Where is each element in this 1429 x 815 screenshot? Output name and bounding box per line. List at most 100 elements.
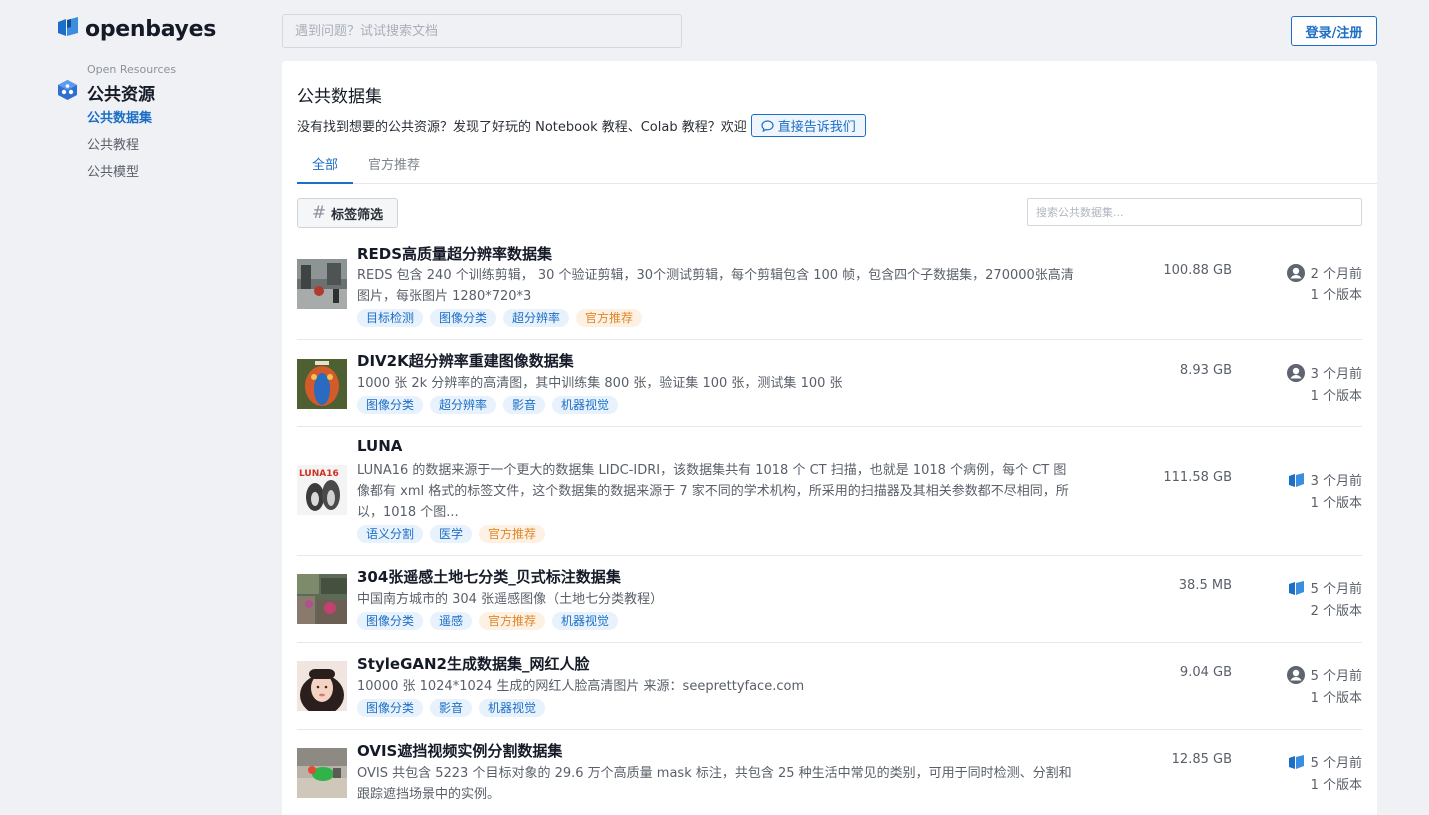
intro-line: 没有找到想要的公共资源？发现了好玩的 Notebook 教程、Colab 教程？… [297, 114, 866, 137]
tag[interactable]: 机器视觉 [479, 699, 546, 717]
updated-text: 2 个月前 [1310, 267, 1362, 282]
tag[interactable]: 遥感 [430, 612, 473, 630]
dataset-versions: 1 个版本 [1310, 691, 1362, 706]
dataset-thumbnail [297, 359, 347, 409]
dataset-updated: 3 个月前 [1286, 363, 1362, 382]
tab-official[interactable]: 官方推荐 [353, 154, 435, 184]
sidebar-caption: Open Resources [87, 63, 177, 76]
dataset-row[interactable]: REDS高质量超分辨率数据集 REDS 包含 240 个训练剪辑， 30 个验证… [297, 233, 1362, 340]
tag-filter-label: 标签筛选 [331, 207, 384, 223]
tag[interactable]: 机器视觉 [552, 612, 619, 630]
dataset-name[interactable]: StyleGAN2生成数据集_网红人脸 [357, 653, 589, 674]
tell-us-label: 直接告诉我们 [777, 120, 856, 135]
dataset-name[interactable]: 304张遥感土地七分类_贝式标注数据集 [357, 566, 621, 587]
dataset-thumbnail [297, 661, 347, 711]
dataset-versions: 1 个版本 [1310, 389, 1362, 404]
tag[interactable]: 医学 [430, 525, 473, 543]
tag-official[interactable]: 官方推荐 [576, 309, 643, 327]
dataset-search-input[interactable] [1027, 198, 1362, 226]
dataset-name[interactable]: DIV2K超分辨率重建图像数据集 [357, 350, 574, 371]
page-title: 公共数据集 [297, 87, 382, 107]
tag[interactable]: 图像分类 [357, 699, 424, 717]
resources-icon [57, 79, 78, 105]
dataset-name[interactable]: REDS高质量超分辨率数据集 [357, 243, 552, 264]
updated-text: 5 个月前 [1310, 669, 1362, 684]
dataset-description: REDS 包含 240 个训练剪辑， 30 个验证剪辑，30个测试剪辑，每个剪辑… [357, 268, 1074, 304]
intro-text: 没有找到想要的公共资源？发现了好玩的 Notebook 教程、Colab 教程？… [297, 120, 747, 135]
updated-text: 3 个月前 [1310, 367, 1362, 382]
sidebar-header: 公共资源 [57, 79, 155, 105]
dataset-thumbnail: LUNA16 [297, 465, 347, 515]
tag-official[interactable]: 官方推荐 [479, 612, 546, 630]
hash-icon: # [311, 203, 327, 223]
dataset-name[interactable]: LUNA [357, 437, 402, 455]
sidebar-item-tutorials[interactable]: 公共教程 [87, 137, 152, 164]
dataset-thumbnail [297, 574, 347, 624]
openbayes-logo[interactable]: openbayes [57, 16, 216, 42]
updated-text: 5 个月前 [1310, 582, 1362, 597]
dataset-description: 1000 张 2k 分辨率的高清图，其中训练集 800 张，验证集 100 张，… [357, 376, 843, 391]
dataset-updated: 5 个月前 [1286, 665, 1362, 684]
thumbnail-label: LUNA16 [299, 469, 339, 479]
dataset-tags: 图像分类 影音 机器视觉 [357, 699, 546, 717]
dataset-size: 111.58 GB [1163, 470, 1232, 485]
dataset-size: 8.93 GB [1179, 363, 1232, 378]
tag[interactable]: 超分辨率 [503, 309, 570, 327]
openbayes-logo-icon [1288, 580, 1304, 595]
dataset-row[interactable]: OVIS遮挡视频实例分割数据集 OVIS 共包含 5223 个目标对象的 29.… [297, 730, 1362, 815]
dataset-description: LUNA16 的数据来源于一个更大的数据集 LIDC-IDRI，该数据集共有 1… [357, 463, 1069, 520]
dataset-name[interactable]: OVIS遮挡视频实例分割数据集 [357, 740, 562, 761]
dataset-thumbnail [297, 259, 347, 309]
updated-text: 5 个月前 [1310, 756, 1362, 771]
tag[interactable]: 机器视觉 [552, 396, 619, 414]
openbayes-logo-icon [1288, 472, 1304, 487]
dataset-row[interactable]: 304张遥感土地七分类_贝式标注数据集 中国南方城市的 304 张遥感图像（土地… [297, 556, 1362, 643]
dataset-updated: 5 个月前 [1287, 752, 1362, 771]
dataset-versions: 2 个版本 [1310, 604, 1362, 619]
sidebar-item-datasets[interactable]: 公共数据集 [87, 110, 152, 137]
sidebar-item-models[interactable]: 公共模型 [87, 164, 152, 191]
dataset-row[interactable]: DIV2K超分辨率重建图像数据集 1000 张 2k 分辨率的高清图，其中训练集… [297, 340, 1362, 427]
tell-us-button[interactable]: 直接告诉我们 [750, 114, 866, 137]
tag[interactable]: 图像分类 [430, 309, 497, 327]
tag[interactable]: 图像分类 [357, 612, 424, 630]
logo-text: openbayes [85, 16, 217, 42]
tag[interactable]: 影音 [430, 699, 473, 717]
dataset-description: 10000 张 1024*1024 生成的网红人脸高清图片 来源：seepret… [357, 679, 805, 694]
sidebar-nav: 公共数据集 公共教程 公共模型 [87, 110, 152, 191]
tag[interactable]: 目标检测 [357, 309, 424, 327]
main-card: 公共数据集 没有找到想要的公共资源？发现了好玩的 Notebook 教程、Col… [282, 61, 1377, 815]
dataset-tags: 图像分类 遥感 官方推荐 机器视觉 [357, 612, 619, 630]
dataset-updated: 2 个月前 [1286, 263, 1362, 282]
dataset-row[interactable]: StyleGAN2生成数据集_网红人脸 10000 张 1024*1024 生成… [297, 643, 1362, 730]
dataset-description: 中国南方城市的 304 张遥感图像（土地七分类教程） [357, 592, 664, 607]
login-register-button[interactable]: 登录/注册 [1291, 16, 1377, 46]
dataset-description: OVIS 共包含 5223 个目标对象的 29.6 万个高质量 mask 标注，… [357, 766, 1072, 802]
dataset-versions: 1 个版本 [1310, 778, 1362, 793]
user-avatar-icon [1286, 263, 1305, 282]
tag-filter-button[interactable]: # 标签筛选 [297, 198, 398, 228]
updated-text: 3 个月前 [1310, 474, 1362, 489]
tag[interactable]: 超分辨率 [430, 396, 497, 414]
tab-all[interactable]: 全部 [297, 154, 354, 184]
user-avatar-icon [1286, 363, 1305, 382]
dataset-size: 100.88 GB [1163, 263, 1232, 278]
tag-official[interactable]: 官方推荐 [479, 525, 546, 543]
dataset-list: REDS高质量超分辨率数据集 REDS 包含 240 个训练剪辑， 30 个验证… [297, 233, 1362, 815]
user-avatar-icon [1286, 665, 1305, 684]
dataset-size: 38.5 MB [1178, 578, 1232, 593]
dataset-updated: 5 个月前 [1287, 578, 1362, 597]
dataset-row[interactable]: LUNA16 LUNA LUNA16 的数据来源于一个更大的数据集 LIDC-I… [297, 427, 1362, 556]
openbayes-logo-icon [57, 16, 79, 42]
tag[interactable]: 图像分类 [357, 396, 424, 414]
tag[interactable]: 语义分割 [357, 525, 424, 543]
dataset-updated: 3 个月前 [1287, 470, 1362, 489]
dataset-versions: 1 个版本 [1310, 496, 1362, 511]
dataset-size: 9.04 GB [1179, 665, 1232, 680]
openbayes-logo-icon [1288, 754, 1304, 769]
dataset-size: 12.85 GB [1171, 752, 1232, 767]
docs-search-input[interactable] [282, 14, 682, 48]
tag[interactable]: 影音 [503, 396, 546, 414]
dataset-thumbnail [297, 748, 347, 798]
dataset-tags: 语义分割 医学 官方推荐 [357, 525, 546, 543]
